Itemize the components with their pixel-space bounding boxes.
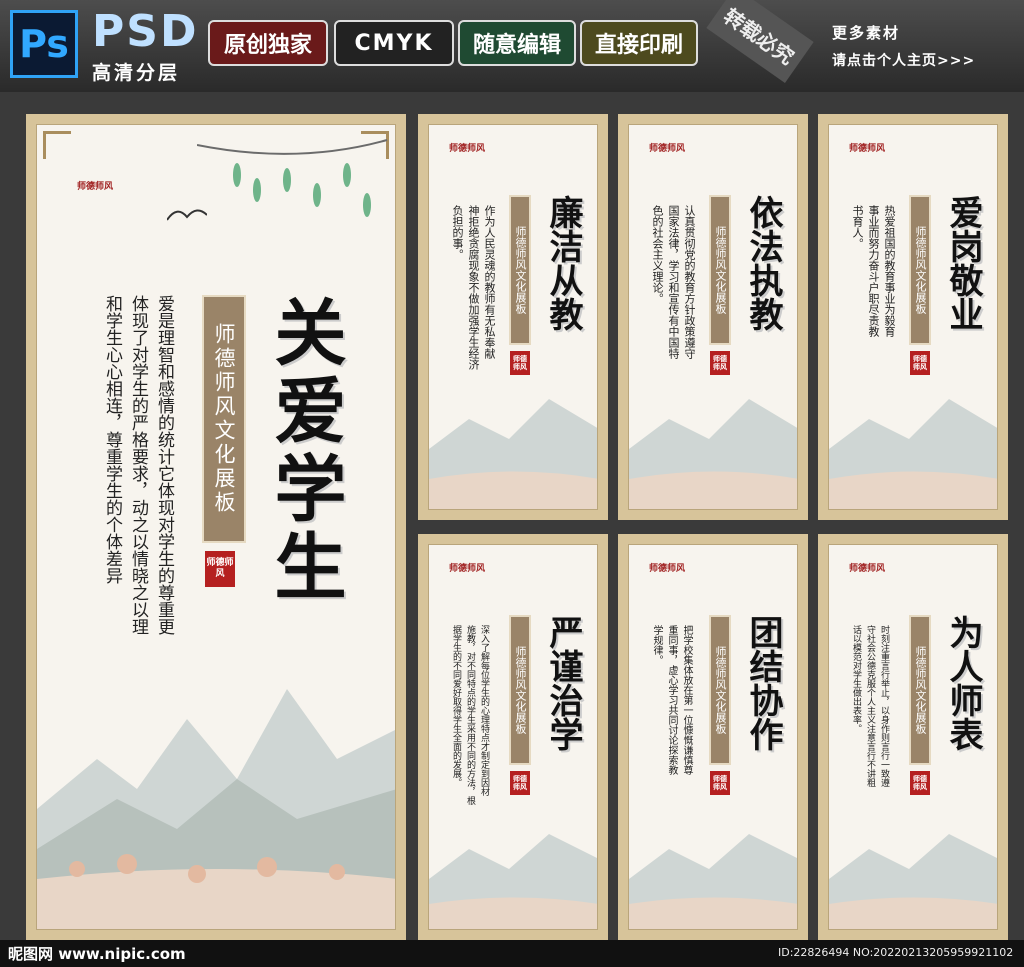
panel-text: 认真贯彻党的教育方针政策遵守 国家法律，学习和宣传有中国特 色的社会主义理论。 — [649, 205, 697, 395]
panel-title: 廉洁从教 — [543, 195, 583, 331]
text-line: 认真贯彻党的教育方针政策遵守 — [683, 205, 696, 359]
text-line: 书育人。 — [851, 205, 864, 249]
school-logo: 师德师风 — [849, 144, 886, 154]
mountain-landscape — [629, 834, 797, 929]
text-line: 守社会公德克服个人主义注意言行不讲粗 — [865, 625, 875, 787]
text-line: 时刻注重言行举止，以身作则言行一致遵 — [879, 625, 889, 787]
panel-2: 师德师风 依法执教 师德师风文化展板 师德师风 认真贯彻党的教育方针政策遵守 国… — [618, 114, 808, 520]
text-line: 深入了解每位学生的心理特点才制定到因材 — [479, 625, 489, 796]
mountain-landscape — [629, 399, 797, 509]
panel-title: 团结协作 — [743, 615, 783, 751]
panel-inner: 师德师风 依法执教 师德师风文化展板 师德师风 认真贯彻党的教育方针政策遵守 国… — [628, 124, 798, 510]
bird-icon — [167, 209, 207, 221]
school-logo: 师德师风 — [649, 564, 686, 574]
panel-title: 爱岗敬业 — [943, 195, 983, 331]
panel-text: 深入了解每位学生的心理特点才制定到因材 施教，对不同特点的学生采用不同的方法，根… — [449, 625, 491, 835]
mountain-landscape — [429, 399, 597, 509]
school-logo: 师德师风 — [449, 564, 486, 574]
text-line: 施教，对不同特点的学生采用不同的方法，根 — [465, 625, 475, 805]
panel-1: 师德师风 廉洁从教 师德师风文化展板 师德师风 作为人民灵魂的教师有无私奉献 神… — [418, 114, 608, 520]
panel-text: 作为人民灵魂的教师有无私奉献 神拒绝贪腐现象不做加强学生经济 负担的事。 — [449, 205, 497, 395]
panel-text: 热爱祖国的教育事业为毅育 事业而努力奋斗户职尽责教 书育人。 — [849, 205, 897, 395]
mountain-landscape — [429, 834, 597, 929]
panel-inner: 师德师风 爱岗敬业 师德师风文化展板 师德师风 热爱祖国的教育事业为毅育 事业而… — [828, 124, 998, 510]
mountain-landscape — [829, 834, 997, 929]
mountain-landscape — [829, 399, 997, 509]
image-id: ID:22826494 NO:20220213205959921102 — [778, 946, 1014, 959]
panel-inner: 师德师风 团结协作 师德师风文化展板 师德师风 把学校集体放在第一位慷慨谦慎尊 … — [628, 544, 798, 930]
panel-inner: 师德师风 为人师表 师德师风文化展板 师德师风 时刻注重言行举止，以身作则言行一… — [828, 544, 998, 930]
tag-editable: 随意编辑 — [458, 20, 576, 66]
school-logo: 师德师风 — [649, 144, 686, 154]
text-line: 话以模范对学生做出表率。 — [851, 625, 861, 733]
panel-title: 依法执教 — [743, 195, 783, 331]
seal-stamp: 师德师风 — [205, 551, 235, 587]
panel-4: 师德师风 严谨治学 师德师风文化展板 师德师风 深入了解每位学生的心理特点才制定… — [418, 534, 608, 940]
school-logo: 师德师风 — [77, 182, 114, 192]
text-line: 重同事，虚心学习共同讨论探索教 — [666, 625, 677, 775]
text-line: 学规律。 — [651, 625, 662, 665]
poster-text: 爱是理智和感情的统计它体现对学生的尊重更 体现了对学生的严格要求，动之以情晓之以… — [99, 295, 177, 655]
panel-inner: 师德师风 廉洁从教 师德师风文化展板 师德师风 作为人民灵魂的教师有无私奉献 神… — [428, 124, 598, 510]
copyright-ribbon: 转载必究 — [706, 0, 814, 84]
header-bar: Ps PSD 高清分层 原创独家 CMYK 随意编辑 直接印刷 转载必究 更多素… — [0, 0, 1024, 92]
culture-banner: 师德师风文化展板 — [509, 615, 531, 765]
big-poster-panel: 师德师风 关爱学生 师德师风文化展板 师德师风 爱是理智和感情的统计它体现对学生… — [26, 114, 406, 940]
culture-banner: 师德师风文化展板 — [909, 615, 931, 765]
nipic-watermark: 昵图网 www.nipic.com — [8, 945, 186, 963]
text-line: 神拒绝贪腐现象不做加强学生经济 — [467, 205, 480, 370]
seal-stamp: 师德师风 — [710, 771, 730, 795]
culture-banner: 师德师风文化展板 — [909, 195, 931, 345]
tag-cmyk: CMYK — [334, 20, 454, 66]
panel-text: 把学校集体放在第一位慷慨谦慎尊 重同事，虚心学习共同讨论探索教 学规律。 — [649, 625, 694, 825]
corner-ornament — [43, 131, 71, 159]
poster-title: 关爱学生 — [262, 295, 347, 607]
panel-inner: 师德师风 严谨治学 师德师风文化展板 师德师风 深入了解每位学生的心理特点才制定… — [428, 544, 598, 930]
text-line: 体现了对学生的严格要求，动之以情晓之以理 — [128, 295, 148, 635]
text-line: 负担的事。 — [451, 205, 464, 260]
text-line: 热爱祖国的教育事业为毅育 — [883, 205, 896, 337]
culture-banner: 师德师风文化展板 — [709, 195, 731, 345]
photoshop-icon: Ps — [10, 10, 78, 78]
panel-title: 严谨治学 — [543, 615, 583, 751]
panel-6: 师德师风 为人师表 师德师风文化展板 师德师风 时刻注重言行举止，以身作则言行一… — [818, 534, 1008, 940]
school-logo: 师德师风 — [849, 564, 886, 574]
culture-banner: 师德师风文化展板 — [709, 615, 731, 765]
willow-branches-decoration — [197, 139, 388, 217]
panel-5: 师德师风 团结协作 师德师风文化展板 师德师风 把学校集体放在第一位慷慨谦慎尊 … — [618, 534, 808, 940]
culture-banner: 师德师风文化展板 — [509, 195, 531, 345]
text-line: 爱是理智和感情的统计它体现对学生的尊重更 — [154, 295, 174, 635]
seal-stamp: 师德师风 — [510, 771, 530, 795]
school-logo: 师德师风 — [449, 144, 486, 154]
text-line: 色的社会主义理论。 — [651, 205, 664, 304]
psd-title: PSD — [92, 6, 199, 57]
panel-title: 为人师表 — [943, 615, 983, 751]
text-line: 作为人民灵魂的教师有无私奉献 — [483, 205, 496, 359]
more-materials-label: 更多素材 — [832, 24, 901, 42]
seal-stamp: 师德师风 — [910, 771, 930, 795]
poster-inner: 师德师风 关爱学生 师德师风文化展板 师德师风 爱是理智和感情的统计它体现对学生… — [36, 124, 396, 930]
text-line: 事业而努力奋斗户职尽责教 — [867, 205, 880, 337]
mountain-landscape — [37, 689, 395, 929]
text-line: 和学生心心相连，尊重学生的个体差异 — [102, 295, 122, 584]
tag-original: 原创独家 — [208, 20, 328, 66]
tag-print: 直接印刷 — [580, 20, 698, 66]
culture-banner: 师德师风文化展板 — [202, 295, 246, 543]
homepage-link[interactable]: 请点击个人主页>>> — [832, 50, 975, 70]
text-line: 据学生的不同爱好取得学生全面的发展。 — [451, 625, 461, 787]
text-line: 把学校集体放在第一位慷慨谦慎尊 — [681, 625, 692, 775]
panel-3: 师德师风 爱岗敬业 师德师风文化展板 师德师风 热爱祖国的教育事业为毅育 事业而… — [818, 114, 1008, 520]
text-line: 国家法律，学习和宣传有中国特 — [667, 205, 680, 359]
psd-subtitle: 高清分层 — [92, 62, 181, 84]
panel-text: 时刻注重言行举止，以身作则言行一致遵 守社会公德克服个人主义注意言行不讲粗 话以… — [849, 625, 891, 825]
